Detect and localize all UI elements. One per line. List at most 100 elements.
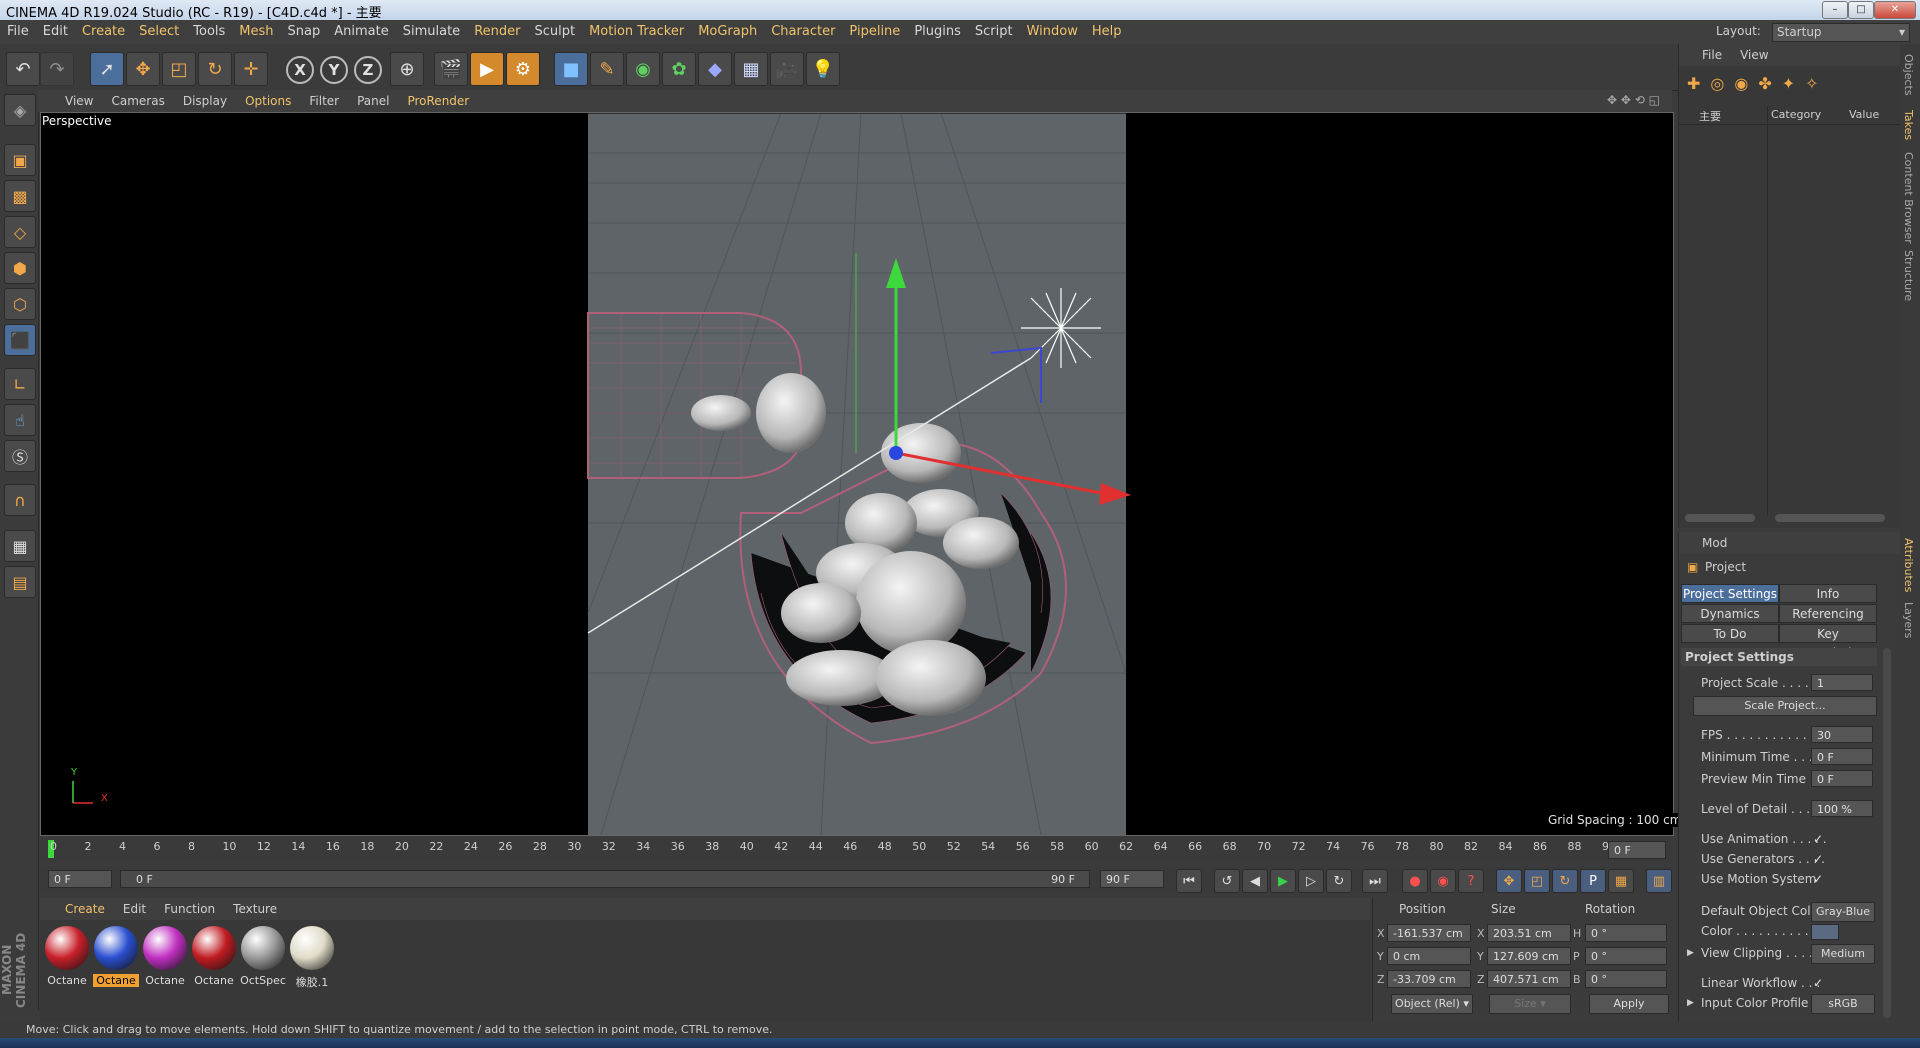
menu-motion-tracker[interactable]: Motion Tracker	[582, 20, 691, 44]
side-tab-structure[interactable]: Structure	[1902, 250, 1915, 301]
side-tab-layers[interactable]: Layers	[1902, 602, 1915, 638]
coordinate-mode-dropdown[interactable]: Object (Rel) ▾	[1391, 994, 1473, 1014]
layout-dropdown[interactable]: Startup ▾	[1772, 23, 1910, 42]
prev-key-icon[interactable]: ↺	[1214, 869, 1240, 893]
subdivision-icon[interactable]: ◉	[626, 52, 660, 86]
current-frame-field[interactable]: 0 F	[1608, 841, 1666, 859]
close-button[interactable]: ✕	[1874, 1, 1916, 19]
go-to-start-icon[interactable]: ⏮	[1176, 869, 1202, 893]
position-field[interactable]: -33.709 cm	[1387, 970, 1471, 988]
redo-icon[interactable]: ↷	[40, 52, 74, 86]
minimize-button[interactable]: –	[1822, 1, 1848, 19]
tab-dynamics[interactable]: Dynamics	[1681, 604, 1779, 623]
menu-tools[interactable]: Tools	[186, 20, 232, 44]
minimum-time-field[interactable]: 0 F	[1811, 748, 1873, 765]
fps-field[interactable]: 30	[1811, 726, 1873, 743]
y-axis-lock-icon[interactable]: Y	[320, 56, 348, 84]
deformer-icon[interactable]: ◆	[698, 52, 732, 86]
menu-mesh[interactable]: Mesh	[232, 20, 280, 44]
key-parameter-icon[interactable]: P	[1580, 869, 1606, 893]
model-mode-icon[interactable]: ▣	[4, 144, 36, 176]
lock-workplane-icon[interactable]: ▦	[4, 530, 36, 562]
select-tool-icon[interactable]: ➚	[90, 52, 124, 86]
rotation-field[interactable]: 0 °	[1585, 970, 1667, 988]
object-menu-file[interactable]: File	[1693, 44, 1731, 66]
timeline-scheme-icon[interactable]: ▥	[1646, 869, 1672, 893]
render-picture-viewer-icon[interactable]: ▶	[470, 52, 504, 86]
level-of-detail-field[interactable]: 100 %	[1811, 800, 1873, 817]
make-editable-icon[interactable]: ◈	[4, 94, 36, 126]
use-motion-system-checkbox[interactable]: ✓	[1813, 872, 1823, 886]
menu-window[interactable]: Window	[1020, 20, 1085, 44]
viewport-menu-panel[interactable]: Panel	[348, 90, 398, 112]
material-menu-create[interactable]: Create	[56, 898, 114, 920]
viewport-menu-cameras[interactable]: Cameras	[102, 90, 173, 112]
viewport-menu-view[interactable]: View	[56, 90, 102, 112]
rotation-field[interactable]: 0 °	[1585, 947, 1667, 965]
material-item[interactable]: Octane	[142, 926, 188, 987]
key-position-icon[interactable]: ✥	[1496, 869, 1522, 893]
texture-mode-icon[interactable]: ▩	[4, 180, 36, 212]
record-keys-icon[interactable]: ●	[1402, 869, 1428, 893]
snap-icon[interactable]: Ⓢ	[4, 440, 36, 472]
z-axis-lock-icon[interactable]: Z	[354, 56, 382, 84]
cube-icon[interactable]: ■	[554, 52, 588, 86]
attribute-mode-menu[interactable]: Mod	[1693, 532, 1736, 554]
timeline-ruler[interactable]: 0 2 4 6 8 10 12 14 16 18 20 22 24 26 28 30 32 34 36 38 40 42 4…	[40, 838, 1672, 862]
menu-plugins[interactable]: Plugins	[907, 20, 968, 44]
undo-icon[interactable]: ↶	[6, 52, 40, 86]
expand-triangle-icon[interactable]: ▶	[1687, 998, 1694, 1008]
move-tool-icon[interactable]: ✥	[126, 52, 160, 86]
expand-triangle-icon[interactable]: ▶	[1687, 948, 1694, 958]
planar-workplane-icon[interactable]: ▤	[4, 566, 36, 598]
position-field[interactable]: -161.537 cm	[1387, 924, 1471, 942]
key-pla-icon[interactable]: ▦	[1608, 869, 1634, 893]
menu-pipeline[interactable]: Pipeline	[842, 20, 907, 44]
keyframe-selection-icon[interactable]: ?	[1458, 869, 1484, 893]
viewport-menu-display[interactable]: Display	[174, 90, 236, 112]
menu-script[interactable]: Script	[968, 20, 1020, 44]
menu-sculpt[interactable]: Sculpt	[527, 20, 582, 44]
edges-mode-icon[interactable]: ⬡	[4, 288, 36, 320]
default-object-color-dropdown[interactable]: Gray-Blue	[1811, 902, 1875, 922]
render-view-icon[interactable]: 🎬	[434, 52, 468, 86]
material-item[interactable]: Octane	[44, 926, 90, 987]
attribute-scrollbar[interactable]	[1883, 648, 1891, 1018]
axis-mode-icon[interactable]: ∟	[4, 368, 36, 400]
apply-button[interactable]: Apply	[1589, 994, 1669, 1014]
rotation-field[interactable]: 0 °	[1585, 924, 1667, 942]
size-field[interactable]: 407.571 cm	[1487, 970, 1571, 988]
auto-key-icon[interactable]: ◉	[1430, 869, 1456, 893]
view-clipping-dropdown[interactable]: Medium	[1811, 944, 1875, 964]
light-icon[interactable]: 💡	[806, 52, 840, 86]
tab-referencing[interactable]: Referencing	[1779, 604, 1877, 623]
menu-select[interactable]: Select	[132, 20, 186, 44]
material-item[interactable]: OctSpec	[240, 926, 286, 987]
object-scrollbar-left[interactable]	[1685, 514, 1755, 522]
material-menu-texture[interactable]: Texture	[224, 898, 286, 920]
menu-mograph[interactable]: MoGraph	[691, 20, 764, 44]
menu-render[interactable]: Render	[467, 20, 527, 44]
end-frame-field[interactable]: 90 F	[1100, 870, 1164, 888]
viewport-menu-options[interactable]: Options	[236, 90, 300, 112]
viewport-canvas[interactable]: Y X	[40, 112, 1674, 836]
tab-project-settings[interactable]: Project Settings	[1681, 584, 1779, 603]
maximize-button[interactable]: □	[1848, 1, 1874, 19]
color-swatch[interactable]	[1811, 924, 1839, 940]
x-axis-lock-icon[interactable]: X	[286, 56, 314, 84]
play-icon[interactable]: ▶	[1270, 869, 1296, 893]
tweak-mode-icon[interactable]: ☝	[4, 404, 36, 436]
tab-key-interpolation[interactable]: Key Interpolation	[1779, 624, 1877, 660]
linear-workflow-checkbox[interactable]: ✓	[1813, 976, 1823, 990]
floor-icon[interactable]: ▦	[734, 52, 768, 86]
coordinate-system-icon[interactable]: ⊕	[390, 52, 424, 86]
tab-to-do[interactable]: To Do	[1681, 624, 1779, 643]
object-menu-view[interactable]: View	[1731, 44, 1777, 66]
material-menu-edit[interactable]: Edit	[114, 898, 155, 920]
use-animation-checkbox[interactable]: ✓	[1813, 832, 1823, 846]
material-menu-function[interactable]: Function	[155, 898, 224, 920]
cloner-icon[interactable]: ✿	[662, 52, 696, 86]
menu-edit[interactable]: Edit	[36, 20, 75, 44]
viewport-nav-icons[interactable]: ✥ ✥ ⟲ ◱	[1607, 93, 1660, 107]
key-rotation-icon[interactable]: ↻	[1552, 869, 1578, 893]
